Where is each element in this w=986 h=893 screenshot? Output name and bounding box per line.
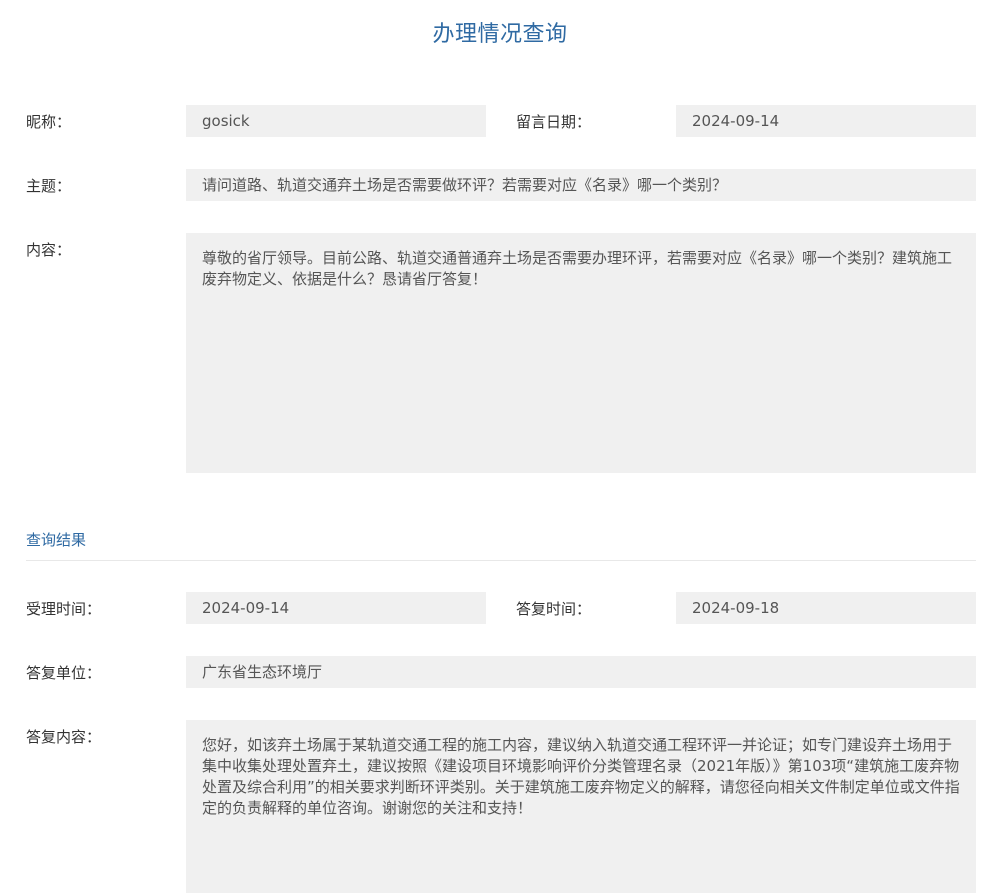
reply-unit-field: 广东省生态环境厅 <box>186 656 976 688</box>
accept-time-field: 2024-09-14 <box>186 592 486 624</box>
section-divider <box>26 560 976 561</box>
subject-label: 主题： <box>26 177 72 195</box>
reply-content-field: 您好，如该弃土场属于某轨道交通工程的施工内容，建议纳入轨道交通工程环评一并论证；… <box>186 720 976 893</box>
content-field: 尊敬的省厅领导。目前公路、轨道交通普通弃土场是否需要办理环评，若需要对应《名录》… <box>186 233 976 473</box>
result-section-title: 查询结果 <box>26 531 87 549</box>
subject-field: 请问道路、轨道交通弃土场是否需要做环评？若需要对应《名录》哪一个类别？ <box>186 169 976 201</box>
reply-unit-label: 答复单位： <box>26 664 102 682</box>
reply-time-label: 答复时间： <box>516 600 592 618</box>
reply-content-label: 答复内容： <box>26 728 102 746</box>
nickname-label: 昵称： <box>26 113 72 131</box>
accept-time-label: 受理时间： <box>26 600 102 618</box>
content-label: 内容： <box>26 241 72 259</box>
message-date-field: 2024-09-14 <box>676 105 976 137</box>
page-title: 办理情况查询 <box>432 22 568 47</box>
message-date-label: 留言日期： <box>516 113 592 131</box>
nickname-field: gosick <box>186 105 486 137</box>
reply-time-field: 2024-09-18 <box>676 592 976 624</box>
